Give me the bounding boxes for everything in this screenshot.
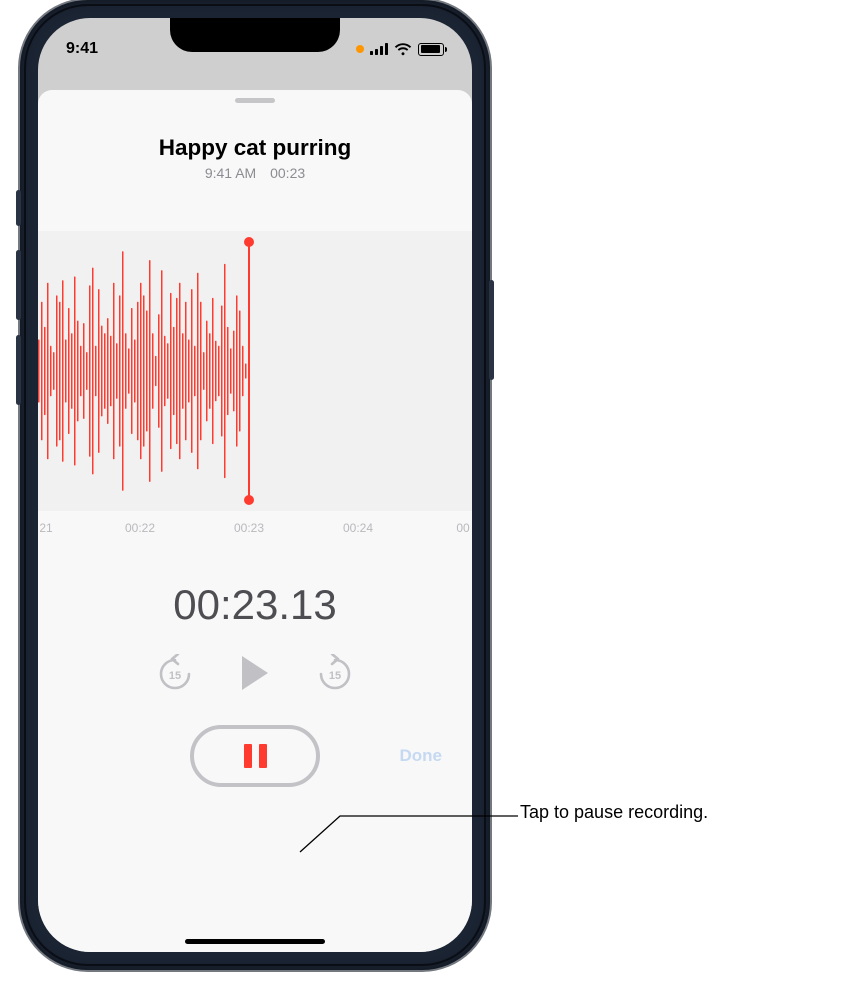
callout-leader [0, 0, 842, 990]
